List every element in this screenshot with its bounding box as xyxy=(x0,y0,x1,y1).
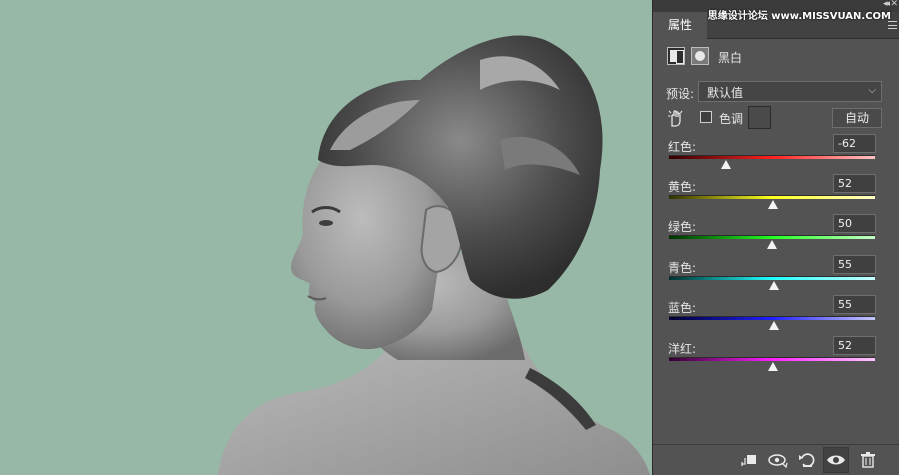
slider-thumb[interactable] xyxy=(767,240,777,249)
panel-menu-icon[interactable] xyxy=(888,21,897,29)
slider-value-input[interactable]: 52 xyxy=(833,174,876,193)
auto-button[interactable]: 自动 xyxy=(832,108,882,128)
slider-track[interactable] xyxy=(669,155,875,159)
slider-value-input[interactable]: 50 xyxy=(833,214,876,233)
slider-cyans: 青色: 55 xyxy=(653,255,899,299)
slider-value-input[interactable]: 55 xyxy=(833,295,876,314)
slider-track[interactable] xyxy=(669,276,875,280)
slider-label: 红色: xyxy=(668,140,697,154)
slider-blues: 蓝色: 55 xyxy=(653,295,899,339)
slider-label: 绿色: xyxy=(668,220,697,234)
slider-value-input[interactable]: -62 xyxy=(833,134,876,153)
slider-track[interactable] xyxy=(669,316,875,320)
document-canvas[interactable] xyxy=(0,0,652,475)
preset-selected-value: 默认值 xyxy=(707,86,744,100)
tab-properties[interactable]: 属性 xyxy=(653,12,707,39)
close-panel-icon[interactable]: ✕ xyxy=(890,0,898,9)
slider-label: 黄色: xyxy=(668,180,697,194)
slider-thumb[interactable] xyxy=(769,281,780,290)
slider-track[interactable] xyxy=(669,235,875,239)
chevron-down-icon: ⌵ xyxy=(868,85,876,96)
slider-magentas: 洋红: 52 xyxy=(653,336,899,380)
watermark-text: 思缘设计论坛 www.MISSVUAN.COM xyxy=(707,11,891,22)
visibility-eye-icon[interactable] xyxy=(823,447,849,473)
slider-label: 青色: xyxy=(668,261,697,275)
adjustment-title: 黑白 xyxy=(718,51,743,65)
slider-track[interactable] xyxy=(669,195,875,199)
targeted-adjustment-hand-icon[interactable] xyxy=(667,108,685,128)
black-white-adjustment-icon[interactable] xyxy=(667,47,685,65)
tint-color-swatch[interactable] xyxy=(748,106,771,129)
properties-panel: ◂◂ ✕ 属性 思缘设计论坛 www.MISSVUAN.COM 黑白 预设: 默… xyxy=(652,0,899,475)
slider-thumb[interactable] xyxy=(769,321,780,330)
preset-label: 预设: xyxy=(666,87,695,101)
slider-thumb[interactable] xyxy=(767,200,778,209)
slider-yellows: 黄色: 52 xyxy=(653,174,899,218)
clip-to-layer-icon[interactable] xyxy=(737,447,763,473)
slider-value-input[interactable]: 55 xyxy=(833,255,876,274)
trash-icon[interactable] xyxy=(855,447,881,473)
tint-checkbox[interactable] xyxy=(700,111,712,123)
slider-label: 洋红: xyxy=(668,342,697,356)
slider-label: 蓝色: xyxy=(668,301,697,315)
slider-reds: 红色: -62 xyxy=(653,134,899,178)
tint-label: 色调 xyxy=(719,112,744,126)
slider-thumb[interactable] xyxy=(767,362,778,371)
preset-dropdown[interactable]: 默认值 ⌵ xyxy=(698,81,882,102)
reset-icon[interactable] xyxy=(794,447,820,473)
slider-track[interactable] xyxy=(669,357,875,361)
layer-mask-icon[interactable] xyxy=(691,47,709,65)
slider-thumb[interactable] xyxy=(720,160,731,169)
panel-bottom-toolbar xyxy=(653,444,899,475)
slider-value-input[interactable]: 52 xyxy=(833,336,876,355)
portrait-photo xyxy=(218,35,650,475)
view-previous-state-icon[interactable] xyxy=(765,447,791,473)
slider-greens: 绿色: 50 xyxy=(653,214,899,258)
